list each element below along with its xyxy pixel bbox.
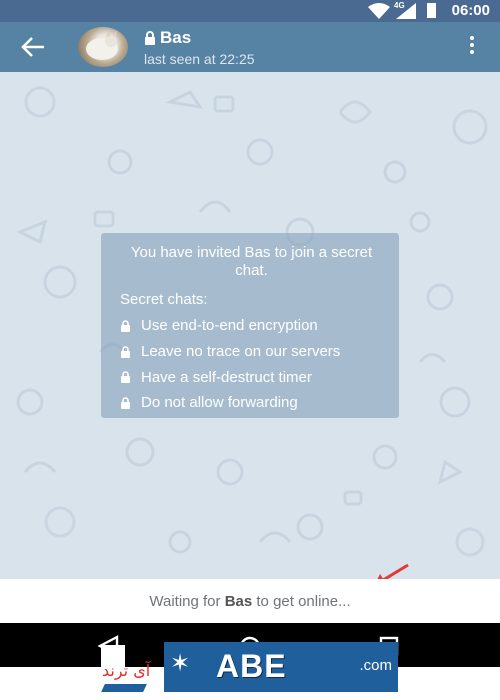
clock-time: 06:00 <box>451 2 490 19</box>
battery-icon <box>427 3 436 18</box>
lock-icon <box>145 31 155 45</box>
feature-item: Do not allow forwarding <box>120 390 383 416</box>
chat-header: Bas last seen at 22:25 <box>0 22 500 72</box>
avatar[interactable] <box>78 27 128 67</box>
chat-title: Bas <box>144 28 255 48</box>
watermark-logo-graphic: ABE <box>216 648 287 684</box>
contact-name: Bas <box>160 28 192 47</box>
feature-label: Leave no trace on our servers <box>141 343 341 361</box>
watermark-logo: ✶ ABE .com <box>164 642 398 692</box>
feature-label: Do not allow forwarding <box>141 394 298 412</box>
wifi-icon <box>368 3 390 19</box>
waiting-suffix: to get online... <box>252 593 351 610</box>
feature-item: Use end-to-end encryption <box>120 313 383 339</box>
star-icon: ✶ <box>170 650 191 677</box>
waiting-status-bar: Waiting for Bas to get online... <box>0 579 500 623</box>
waiting-contact-name: Bas <box>224 593 253 610</box>
waiting-prefix: Waiting for <box>149 593 225 610</box>
lock-icon <box>121 345 130 358</box>
cell-signal-icon <box>396 3 416 19</box>
lock-icon <box>121 397 130 409</box>
watermark-domain: .com <box>359 657 392 674</box>
feature-item: Leave no trace on our servers <box>120 339 383 365</box>
watermark-arabic-text: آی ترند <box>102 661 151 680</box>
feature-label: Have a self-destruct timer <box>141 368 312 386</box>
last-seen-status: last seen at 22:25 <box>144 51 255 67</box>
back-arrow-icon[interactable] <box>20 35 46 59</box>
feature-item: Have a self-destruct timer <box>120 364 383 390</box>
watermark-slash <box>101 684 147 692</box>
more-options-icon[interactable] <box>468 36 476 58</box>
lock-icon <box>121 320 130 332</box>
lock-icon <box>121 371 130 384</box>
chat-title-area[interactable]: Bas last seen at 22:25 <box>144 28 255 68</box>
secret-chat-info-box: You have invited Bas to join a secret ch… <box>101 233 399 418</box>
status-bar: 4G 06:00 <box>0 0 500 22</box>
feature-label: Use end-to-end encryption <box>141 317 318 335</box>
secret-chats-heading: Secret chats: <box>120 291 208 308</box>
invite-message: You have invited Bas to join a secret ch… <box>130 244 373 279</box>
